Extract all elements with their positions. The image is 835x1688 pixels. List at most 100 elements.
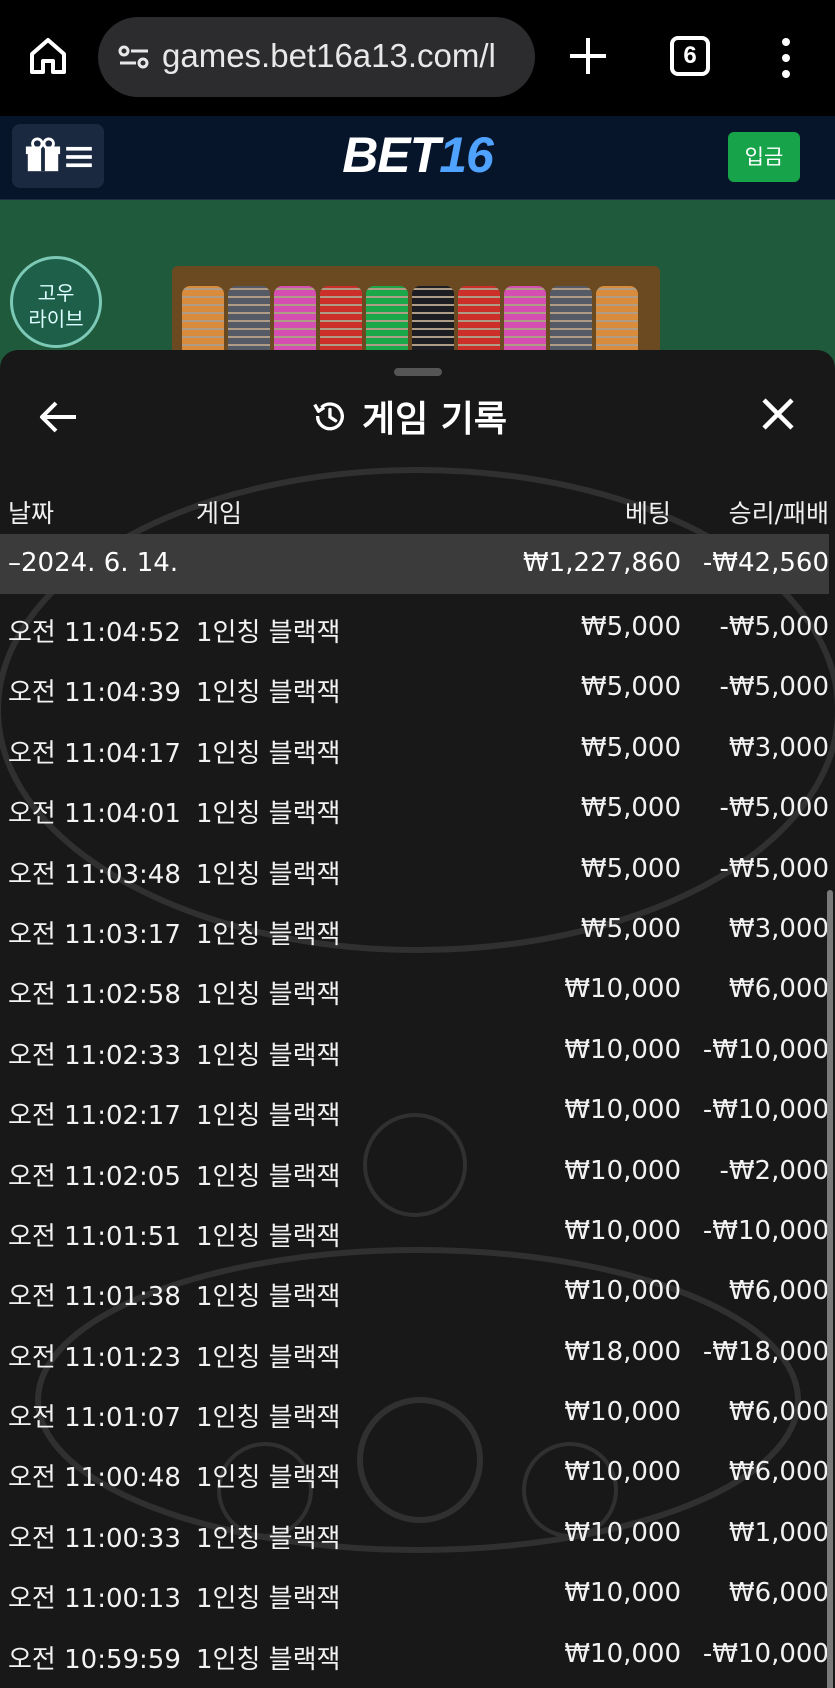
history-game: 1인칭 블랙잭	[196, 678, 341, 709]
tabs-icon[interactable]: 6	[670, 36, 710, 76]
history-bet: ₩5,000	[580, 612, 681, 642]
history-time: 오전 11:00:48	[8, 1463, 181, 1494]
history-result: ₩6,000	[728, 1457, 829, 1488]
date-summary-row[interactable]: –2024. 6. 14. ₩1,227,860 -₩42,560	[0, 534, 829, 594]
history-row[interactable]: 오전 11:00:48 1인칭 블랙잭 ₩10,000 ₩6,000	[0, 1439, 829, 1499]
history-time: 오전 11:00:33	[8, 1523, 181, 1554]
back-arrow-icon[interactable]	[36, 394, 82, 440]
history-row[interactable]: 오전 11:03:48 1인칭 블랙잭 ₩5,000 -₩5,000	[0, 836, 829, 896]
column-header-result: 승리/패배	[728, 499, 829, 528]
live-badge-line1: 고우	[37, 281, 75, 305]
game-history-sheet: 게임 기록 날짜 게임 베팅 승리/패배 –2024. 6. 14. ₩1,22…	[0, 350, 835, 1688]
history-time: 오전 11:01:07	[8, 1403, 181, 1434]
history-result: -₩10,000	[702, 1095, 829, 1126]
more-vert-icon[interactable]	[776, 36, 796, 80]
history-row[interactable]: 오전 11:02:33 1인칭 블랙잭 ₩10,000 -₩10,000	[0, 1017, 829, 1077]
history-time: 오전 11:04:01	[8, 799, 181, 830]
column-header-row: 날짜 게임 베팅 승리/패배	[0, 480, 835, 534]
history-result: -₩10,000	[702, 1034, 829, 1065]
history-game: 1인칭 블랙잭	[196, 1161, 341, 1192]
history-row[interactable]: 오전 11:01:07 1인칭 블랙잭 ₩10,000 ₩6,000	[0, 1379, 829, 1439]
history-bet: ₩10,000	[564, 1095, 681, 1126]
sheet-title-group: 게임 기록	[310, 390, 507, 442]
history-result: ₩6,000	[728, 1578, 829, 1609]
history-row[interactable]: 오전 11:00:13 1인칭 블랙잭 ₩10,000 ₩6,000	[0, 1560, 829, 1620]
history-time: 오전 11:03:48	[8, 859, 181, 890]
logo-text-accent: 16	[439, 127, 494, 183]
history-bet: ₩10,000	[564, 1457, 681, 1488]
history-icon	[313, 402, 344, 431]
history-row[interactable]: 오전 11:04:39 1인칭 블랙잭 ₩5,000 -₩5,000	[0, 654, 829, 714]
history-list: 오전 11:04:52 1인칭 블랙잭 ₩5,000 -₩5,000 오전 11:04:…	[0, 594, 829, 1681]
history-game: 1인칭 블랙잭	[196, 738, 341, 769]
home-icon[interactable]	[24, 32, 72, 80]
history-time: 오전 10:59:59	[8, 1644, 181, 1675]
summary-bet-total: ₩1,227,860	[522, 548, 681, 578]
history-row[interactable]: 오전 11:03:17 1인칭 블랙잭 ₩5,000 ₩3,000	[0, 896, 829, 956]
history-row[interactable]: 오전 11:04:17 1인칭 블랙잭 ₩5,000 ₩3,000	[0, 715, 829, 775]
history-game: 1인칭 블랙잭	[196, 859, 341, 890]
history-row[interactable]: 오전 11:01:23 1인칭 블랙잭 ₩18,000 -₩18,000	[0, 1319, 829, 1379]
sheet-title: 게임 기록	[362, 399, 508, 440]
history-bet: ₩5,000	[580, 672, 681, 703]
history-game: 1인칭 블랙잭	[196, 1644, 341, 1675]
site-header: BET16 입금	[0, 116, 835, 200]
scrollbar[interactable]	[827, 890, 833, 1688]
drag-handle[interactable]	[394, 368, 442, 376]
site-logo[interactable]: BET16	[0, 126, 835, 184]
history-time: 오전 11:02:05	[8, 1161, 181, 1192]
history-game: 1인칭 블랙잭	[196, 1523, 341, 1554]
history-row[interactable]: 오전 11:02:17 1인칭 블랙잭 ₩10,000 -₩10,000	[0, 1077, 829, 1137]
live-badge-line2: 라이브	[28, 307, 84, 331]
history-result: -₩5,000	[719, 853, 829, 884]
browser-toolbar: games.bet16a13.com/l 6	[0, 0, 835, 116]
history-row[interactable]: 오전 10:59:59 1인칭 블랙잭 ₩10,000 -₩10,000	[0, 1621, 829, 1681]
history-bet: ₩10,000	[564, 1276, 681, 1307]
history-row[interactable]: 오전 11:02:58 1인칭 블랙잭 ₩10,000 ₩6,000	[0, 956, 829, 1016]
history-result: ₩6,000	[728, 1397, 829, 1428]
history-time: 오전 11:01:38	[8, 1282, 181, 1313]
site-settings-icon[interactable]	[116, 43, 152, 71]
history-result: -₩10,000	[702, 1638, 829, 1669]
plus-icon[interactable]	[566, 34, 610, 78]
history-game: 1인칭 블랙잭	[196, 1342, 341, 1373]
history-result: ₩6,000	[728, 974, 829, 1005]
history-game: 1인칭 블랙잭	[196, 919, 341, 950]
history-bet: ₩10,000	[564, 1034, 681, 1065]
column-header-date: 날짜	[8, 499, 55, 528]
history-row[interactable]: 오전 11:01:51 1인칭 블랙잭 ₩10,000 -₩10,000	[0, 1198, 829, 1258]
history-result: -₩5,000	[719, 612, 829, 642]
history-game: 1인칭 블랙잭	[196, 1101, 341, 1132]
history-time: 오전 11:01:23	[8, 1342, 181, 1373]
history-bet: ₩10,000	[564, 974, 681, 1005]
history-time: 오전 11:01:51	[8, 1221, 181, 1252]
history-bet: ₩10,000	[564, 1155, 681, 1186]
history-game: 1인칭 블랙잭	[196, 799, 341, 830]
history-bet: ₩10,000	[564, 1517, 681, 1548]
history-bet: ₩10,000	[564, 1215, 681, 1246]
address-bar[interactable]: games.bet16a13.com/l	[98, 17, 535, 97]
history-result: ₩3,000	[728, 913, 829, 944]
url-text[interactable]: games.bet16a13.com/l	[162, 37, 496, 75]
history-game: 1인칭 블랙잭	[196, 1584, 341, 1615]
history-row[interactable]: 오전 11:02:05 1인칭 블랙잭 ₩10,000 -₩2,000	[0, 1138, 829, 1198]
history-game: 1인칭 블랙잭	[196, 1221, 341, 1252]
history-game: 1인칭 블랙잭	[196, 1282, 341, 1313]
history-result: -₩5,000	[719, 793, 829, 824]
history-result: ₩1,000	[728, 1517, 829, 1548]
history-bet: ₩10,000	[564, 1638, 681, 1669]
history-bet: ₩5,000	[580, 732, 681, 763]
history-row[interactable]: 오전 11:04:01 1인칭 블랙잭 ₩5,000 -₩5,000	[0, 775, 829, 835]
history-row[interactable]: 오전 11:04:52 1인칭 블랙잭 ₩5,000 -₩5,000	[0, 594, 829, 654]
history-row[interactable]: 오전 11:00:33 1인칭 블랙잭 ₩10,000 ₩1,000	[0, 1500, 829, 1560]
history-row[interactable]: 오전 11:01:38 1인칭 블랙잭 ₩10,000 ₩6,000	[0, 1258, 829, 1318]
history-result: ₩3,000	[728, 732, 829, 763]
history-result: ₩6,000	[728, 1276, 829, 1307]
history-game: 1인칭 블랙잭	[196, 1040, 341, 1071]
history-bet: ₩10,000	[564, 1397, 681, 1428]
deposit-button[interactable]: 입금	[728, 132, 800, 182]
history-time: 오전 11:02:58	[8, 980, 181, 1011]
history-bet: ₩10,000	[564, 1578, 681, 1609]
summary-result-total: -₩42,560	[702, 548, 829, 578]
close-icon[interactable]	[758, 394, 798, 434]
